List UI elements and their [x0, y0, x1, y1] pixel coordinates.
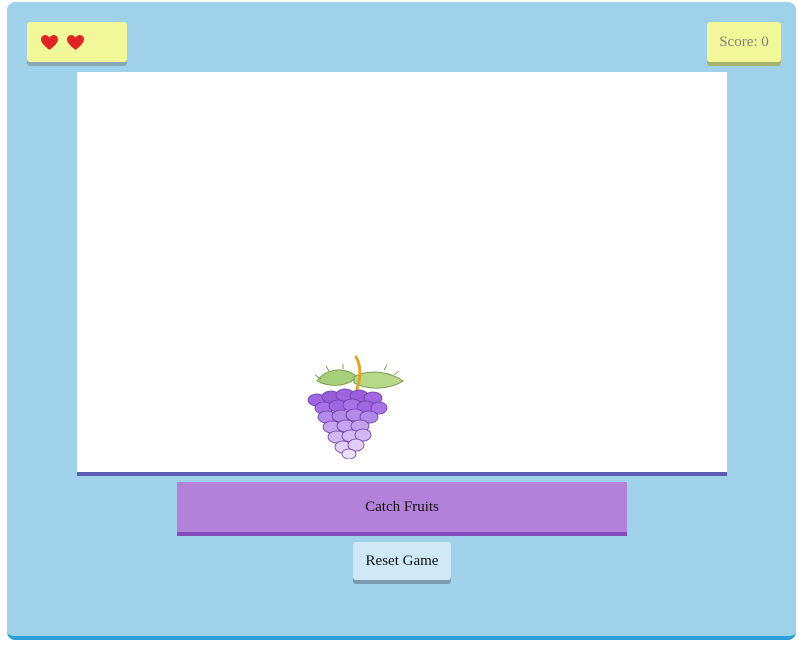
heart-icon	[67, 34, 84, 50]
catch-fruits-button[interactable]: Catch Fruits	[177, 482, 627, 536]
play-area[interactable]	[77, 72, 727, 476]
score-display: Score: 0	[707, 22, 781, 62]
heart-icon	[41, 34, 58, 50]
lives-indicator	[27, 22, 127, 62]
grapes-icon[interactable]	[299, 355, 409, 459]
reset-game-button[interactable]: Reset Game	[353, 542, 451, 580]
score-label: Score:	[719, 33, 758, 50]
score-value: 0	[761, 33, 769, 50]
